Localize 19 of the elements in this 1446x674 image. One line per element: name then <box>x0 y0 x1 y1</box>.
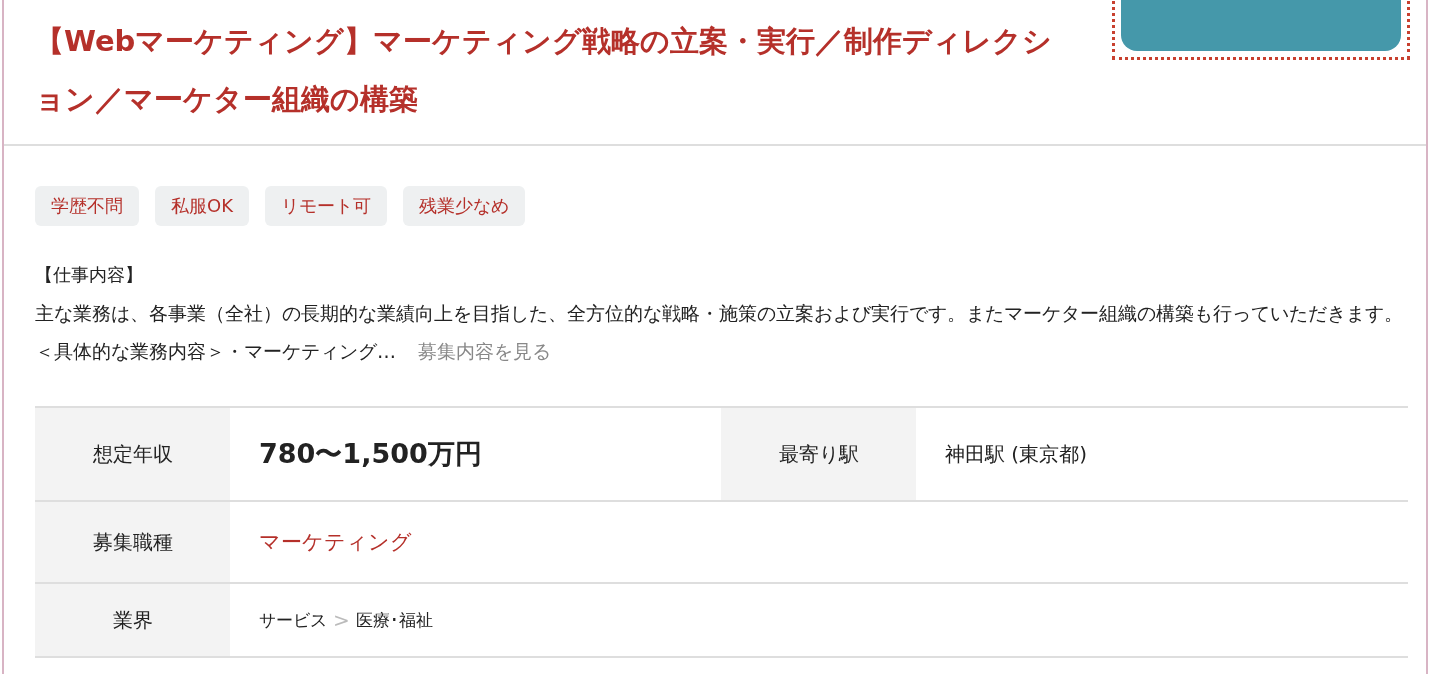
row-label: 募集職種 <box>35 502 230 582</box>
job-description: 主な業務は、各事業（全社）の長期的な業績向上を目指した、全方位的な戦略・施策の立案および実行です。またマーケター組織の構築も行っていただきます。＜具体的な業務内容＞・マーケティング… 募集内容を見る <box>35 301 1404 364</box>
tag: 残業少なめ <box>403 186 525 226</box>
more-link[interactable]: 募集内容を見る <box>418 340 551 362</box>
tag: 学歴不問 <box>35 186 139 226</box>
section-heading: 【仕事内容】 <box>35 263 144 287</box>
tag: 私服OK <box>155 186 249 226</box>
station-value: 神田駅 (東京都) <box>945 440 1087 468</box>
row-label: 想定年収 <box>35 408 230 500</box>
tag: リモート可 <box>265 186 387 226</box>
salary-value: 780〜1,500万円 <box>259 437 482 471</box>
apply-button[interactable] <box>1121 0 1401 51</box>
industry-text: サービス <box>259 608 327 632</box>
job-title[interactable]: 【Webマーケティング】マーケティング戦略の立案・実行／制作ディレクション／マーケター組織の構築 <box>35 12 1075 144</box>
industry-text: 医療･福祉 <box>355 608 433 632</box>
row-label: 最寄り駅 <box>721 408 916 500</box>
row-label: 業界 <box>35 584 230 656</box>
job-category-link[interactable]: マーケティング <box>259 528 412 556</box>
separator-text: > <box>333 608 350 632</box>
